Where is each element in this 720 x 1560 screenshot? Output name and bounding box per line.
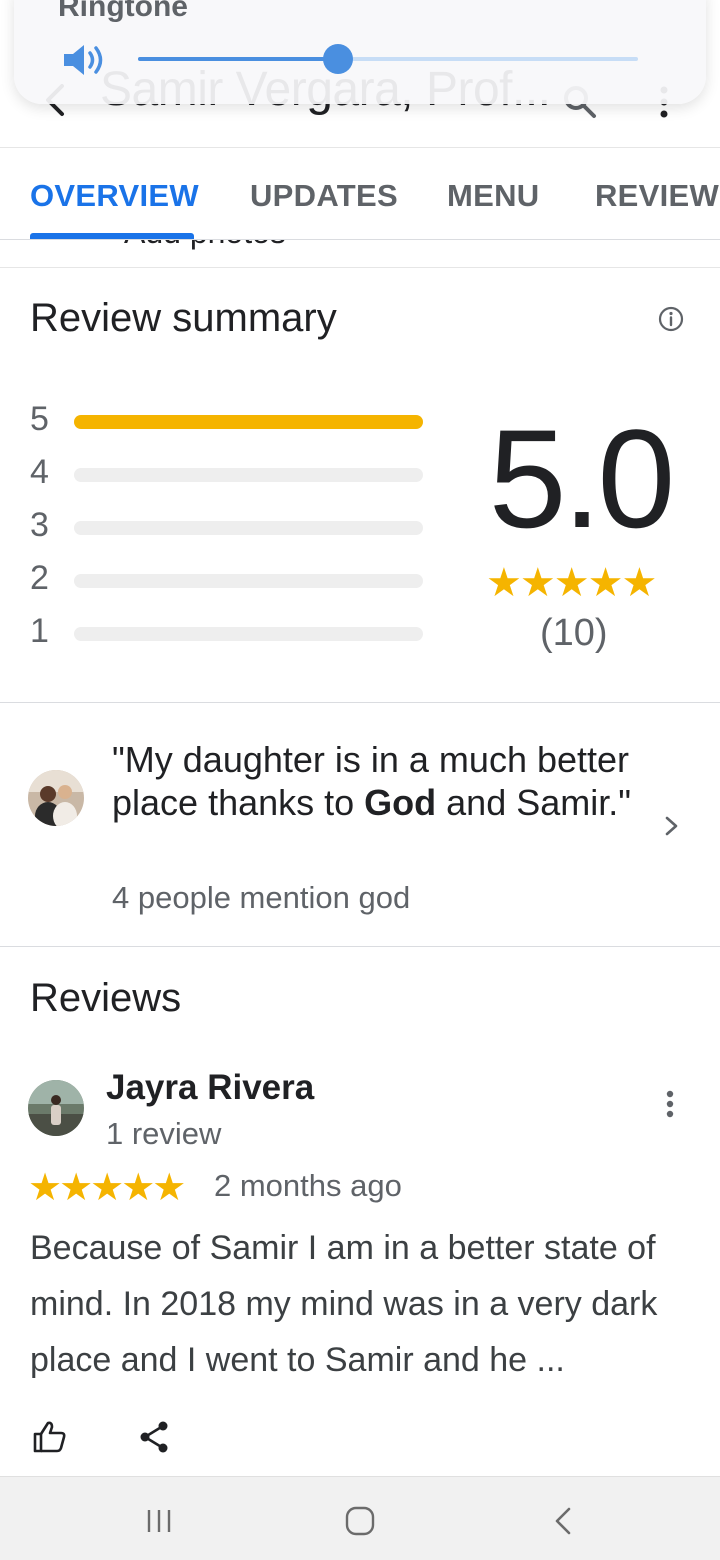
- tab-indicator: [30, 233, 194, 239]
- tab-updates[interactable]: UPDATES: [250, 178, 398, 214]
- rating-bar: [74, 521, 423, 535]
- tab-menu[interactable]: MENU: [447, 178, 539, 214]
- quote-keyword: God: [364, 782, 437, 823]
- speaker-icon[interactable]: [60, 40, 110, 80]
- average-stars: ★★★★★: [486, 561, 657, 605]
- add-photos-row[interactable]: Add photos: [0, 240, 720, 268]
- rating-row-4: 4: [30, 453, 430, 493]
- more-vert-icon[interactable]: [658, 1086, 682, 1122]
- rating-row-5: 5: [30, 400, 430, 440]
- volume-slider-fill: [138, 57, 338, 61]
- share-icon[interactable]: [136, 1418, 172, 1456]
- average-rating: 5.0: [488, 400, 676, 557]
- recents-icon[interactable]: [144, 1507, 174, 1535]
- review-summary-title: Review summary: [30, 296, 337, 340]
- rating-bar: [74, 468, 423, 482]
- tab-overview[interactable]: OVERVIEW: [30, 178, 199, 214]
- reviewer-review-count: 1 review: [106, 1116, 222, 1151]
- reviewer-avatar[interactable]: [28, 1080, 84, 1136]
- thumb-up-icon[interactable]: [30, 1418, 68, 1456]
- rating-bar: [74, 574, 423, 588]
- review-time: 2 months ago: [214, 1168, 402, 1203]
- rating-row-label: 1: [30, 612, 49, 650]
- volume-panel: Ringtone: [14, 0, 706, 104]
- rating-row-label: 2: [30, 559, 49, 597]
- tab-reviews[interactable]: REVIEWS: [595, 178, 720, 214]
- avatar-photo: [28, 770, 84, 826]
- back-icon[interactable]: [552, 1505, 574, 1537]
- volume-slider-thumb[interactable]: [323, 44, 353, 74]
- divider: [0, 702, 720, 703]
- rating-row-label: 3: [30, 506, 49, 544]
- system-nav-bar: [0, 1476, 720, 1560]
- rating-bar-fill: [74, 415, 423, 429]
- volume-label: Ringtone: [58, 0, 188, 23]
- add-photos-label: Add photos: [124, 240, 286, 251]
- reviewer-name[interactable]: Jayra Rivera: [106, 1068, 314, 1108]
- highlight-quote: "My daughter is in a much better place t…: [112, 738, 652, 824]
- rating-row-2: 2: [30, 559, 430, 599]
- review-stars: ★★★★★: [28, 1167, 186, 1209]
- rating-bar: [74, 627, 423, 641]
- rating-bar: [74, 415, 423, 429]
- volume-slider[interactable]: [138, 44, 638, 74]
- tab-bar: OVERVIEW UPDATES MENU REVIEWS: [0, 148, 720, 240]
- rating-row-3: 3: [30, 506, 430, 546]
- avatar-photo: [28, 1080, 84, 1136]
- rating-row-label: 4: [30, 453, 49, 491]
- info-icon[interactable]: [656, 304, 686, 334]
- review-count[interactable]: (10): [540, 612, 608, 655]
- rating-row-1: 1: [30, 612, 430, 652]
- rating-row-label: 5: [30, 400, 49, 438]
- review-body[interactable]: Because of Samir I am in a better state …: [30, 1220, 694, 1388]
- quote-text-end: and Samir.": [436, 782, 632, 823]
- chevron-right-icon[interactable]: [662, 812, 682, 840]
- home-icon[interactable]: [344, 1505, 376, 1537]
- avatar: [28, 770, 84, 826]
- reviews-title: Reviews: [30, 976, 182, 1020]
- divider: [0, 946, 720, 947]
- quote-mention-count: 4 people mention god: [112, 880, 411, 915]
